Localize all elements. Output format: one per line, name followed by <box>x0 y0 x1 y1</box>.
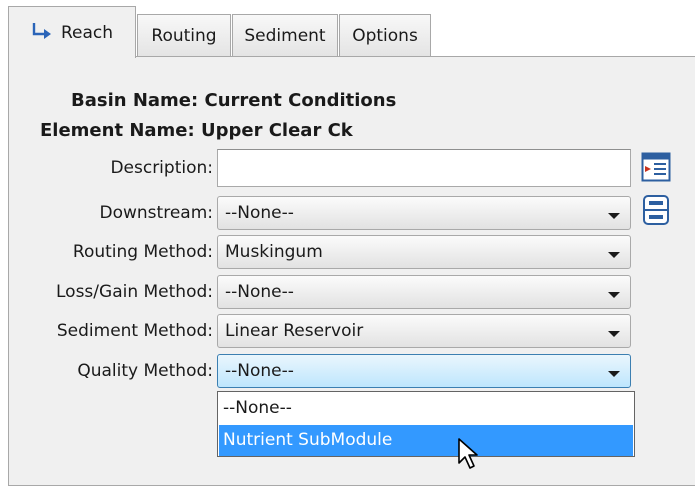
tab-options-label: Options <box>352 25 418 46</box>
element-name: Element Name: Upper Clear Ck <box>40 120 353 141</box>
tab-routing-label: Routing <box>151 25 217 46</box>
tab-sediment-label: Sediment <box>244 25 326 46</box>
loss-gain-method-select[interactable]: --None-- <box>217 275 631 309</box>
routing-method-value: Muskingum <box>225 242 323 262</box>
sediment-method-label: Sediment Method: <box>56 321 213 341</box>
routing-method-label: Routing Method: <box>72 242 213 262</box>
chevron-down-icon <box>608 371 620 377</box>
quality-method-label: Quality Method: <box>77 361 213 381</box>
downstream-select[interactable]: --None-- <box>217 196 631 230</box>
routing-method-select[interactable]: Muskingum <box>217 235 631 269</box>
select-downstream-icon[interactable] <box>641 194 671 231</box>
basin-name-label: Basin Name: <box>71 90 199 111</box>
chevron-down-icon <box>608 252 620 258</box>
element-name-label: Element Name: <box>40 120 195 141</box>
sediment-method-value: Linear Reservoir <box>225 321 364 341</box>
chevron-down-icon <box>608 331 620 337</box>
chevron-down-icon <box>608 292 620 298</box>
loss-gain-method-label: Loss/Gain Method: <box>56 282 213 302</box>
basin-name: Basin Name: Current Conditions <box>71 90 396 111</box>
description-label: Description: <box>110 158 213 178</box>
description-editor-icon[interactable] <box>641 152 671 187</box>
tab-options[interactable]: Options <box>339 14 431 56</box>
chevron-down-icon <box>608 213 620 219</box>
quality-method-dropdown-list: --None-- Nutrient SubModule <box>217 391 635 457</box>
sediment-method-select[interactable]: Linear Reservoir <box>217 314 631 348</box>
description-field[interactable] <box>217 149 631 187</box>
tab-reach-label: Reach <box>60 22 114 43</box>
downstream-value: --None-- <box>225 203 294 223</box>
quality-method-select[interactable]: --None-- <box>217 354 631 388</box>
dropdown-option-none[interactable]: --None-- <box>219 393 633 424</box>
dropdown-option-nutrient-submodule[interactable]: Nutrient SubModule <box>219 425 633 456</box>
quality-method-value: --None-- <box>225 361 294 381</box>
tab-reach[interactable]: Reach <box>8 6 136 58</box>
element-name-value: Upper Clear Ck <box>200 120 353 141</box>
basin-name-value: Current Conditions <box>204 90 397 111</box>
reach-icon <box>31 21 55 44</box>
tab-sediment[interactable]: Sediment <box>232 14 338 56</box>
tab-routing[interactable]: Routing <box>137 14 231 56</box>
loss-gain-method-value: --None-- <box>225 282 294 302</box>
downstream-label: Downstream: <box>99 203 213 223</box>
mouse-pointer-icon <box>457 437 483 476</box>
